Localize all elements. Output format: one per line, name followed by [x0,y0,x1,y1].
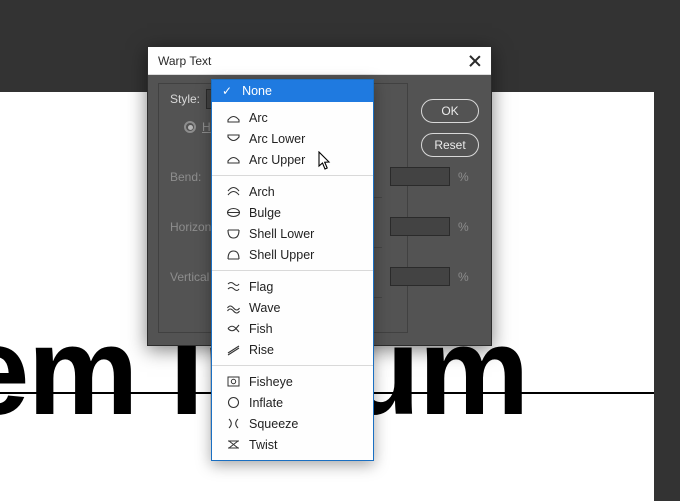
menu-item-fish[interactable]: Fish [212,318,373,339]
menu-item-label: Wave [249,301,281,315]
orientation-label: H [202,120,211,134]
menu-item-label: Arch [249,185,275,199]
menu-item-wave[interactable]: Wave [212,297,373,318]
menu-item-squeeze[interactable]: Squeeze [212,413,373,434]
bulge-icon [226,206,241,219]
menu-item-rise[interactable]: Rise [212,339,373,360]
menu-item-label: Twist [249,438,277,452]
twist-icon [226,438,241,451]
menu-item-none[interactable]: ✓ None [212,80,373,102]
menu-item-arc[interactable]: Arc [212,107,373,128]
arc-icon [226,111,241,124]
workspace-rightbar [654,0,680,501]
menu-item-label: Squeeze [249,417,298,431]
arch-icon [226,185,241,198]
shell-lower-icon [226,227,241,240]
vdist-value-input[interactable] [390,267,450,286]
fish-icon [226,322,241,335]
radio-icon [184,121,196,133]
ok-button[interactable]: OK [421,99,479,123]
dialog-title: Warp Text [158,54,211,68]
dialog-titlebar[interactable]: Warp Text [148,47,491,75]
menu-item-bulge[interactable]: Bulge [212,202,373,223]
hdist-value-input[interactable] [390,217,450,236]
inflate-icon [226,396,241,409]
menu-item-label: Fisheye [249,375,293,389]
cursor-icon [318,151,332,171]
reset-button[interactable]: Reset [421,133,479,157]
arc-lower-icon [226,132,241,145]
bend-value-input[interactable] [390,167,450,186]
flag-icon [226,280,241,293]
menu-item-label: Arc Upper [249,153,305,167]
wave-icon [226,301,241,314]
menu-item-label: Shell Lower [249,227,314,241]
menu-item-label: Shell Upper [249,248,314,262]
menu-item-flag[interactable]: Flag [212,276,373,297]
bend-percent: % [458,170,469,184]
menu-item-twist[interactable]: Twist [212,434,373,455]
menu-item-shell-lower[interactable]: Shell Lower [212,223,373,244]
vdist-percent: % [458,270,469,284]
hdist-percent: % [458,220,469,234]
style-label: Style: [170,92,200,106]
rise-icon [226,343,241,356]
squeeze-icon [226,417,241,430]
menu-item-label: Flag [249,280,273,294]
menu-item-arc-upper[interactable]: Arc Upper [212,149,373,170]
fisheye-icon [226,375,241,388]
menu-item-label: Arc Lower [249,132,305,146]
menu-item-label: Rise [249,343,274,357]
app-stage: em Ipsum Warp Text Style: None H Bend: [0,0,680,501]
menu-item-fisheye[interactable]: Fisheye [212,371,373,392]
menu-item-arch[interactable]: Arch [212,181,373,202]
menu-item-label: None [242,84,272,98]
check-icon: ✓ [222,84,232,98]
arc-upper-icon [226,153,241,166]
menu-item-label: Inflate [249,396,283,410]
menu-item-arc-lower[interactable]: Arc Lower [212,128,373,149]
style-dropdown-menu[interactable]: ✓ None Arc Arc Lower Arc Upper Arch Bulge She… [211,79,374,461]
menu-item-shell-upper[interactable]: Shell Upper [212,244,373,265]
menu-item-inflate[interactable]: Inflate [212,392,373,413]
shell-upper-icon [226,248,241,261]
close-icon[interactable] [467,53,483,69]
menu-item-label: Bulge [249,206,281,220]
menu-item-label: Arc [249,111,268,125]
orientation-horizontal-radio[interactable]: H [184,120,211,134]
menu-item-label: Fish [249,322,273,336]
